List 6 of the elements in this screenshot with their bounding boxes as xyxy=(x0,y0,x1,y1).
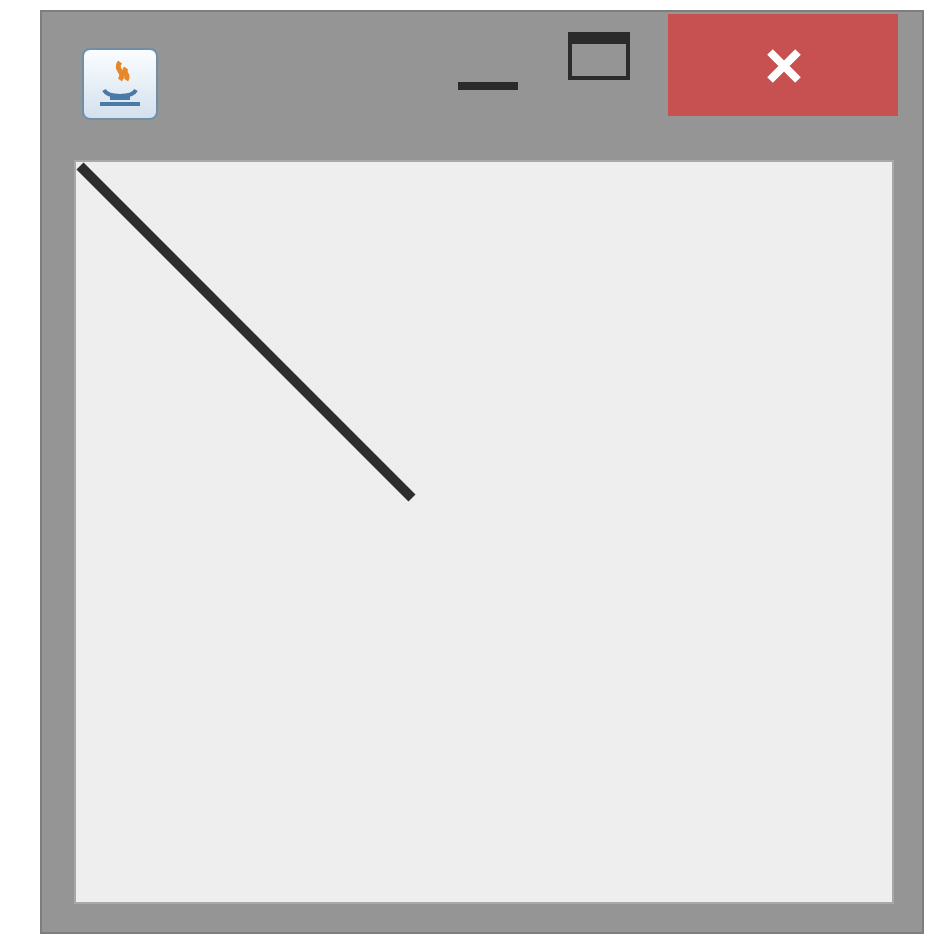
close-button[interactable] xyxy=(668,14,898,116)
maximize-icon xyxy=(567,31,629,79)
close-icon xyxy=(763,45,803,85)
coffee-cup-icon xyxy=(96,58,144,110)
minimize-icon xyxy=(458,81,518,89)
app-icon[interactable] xyxy=(82,48,158,120)
